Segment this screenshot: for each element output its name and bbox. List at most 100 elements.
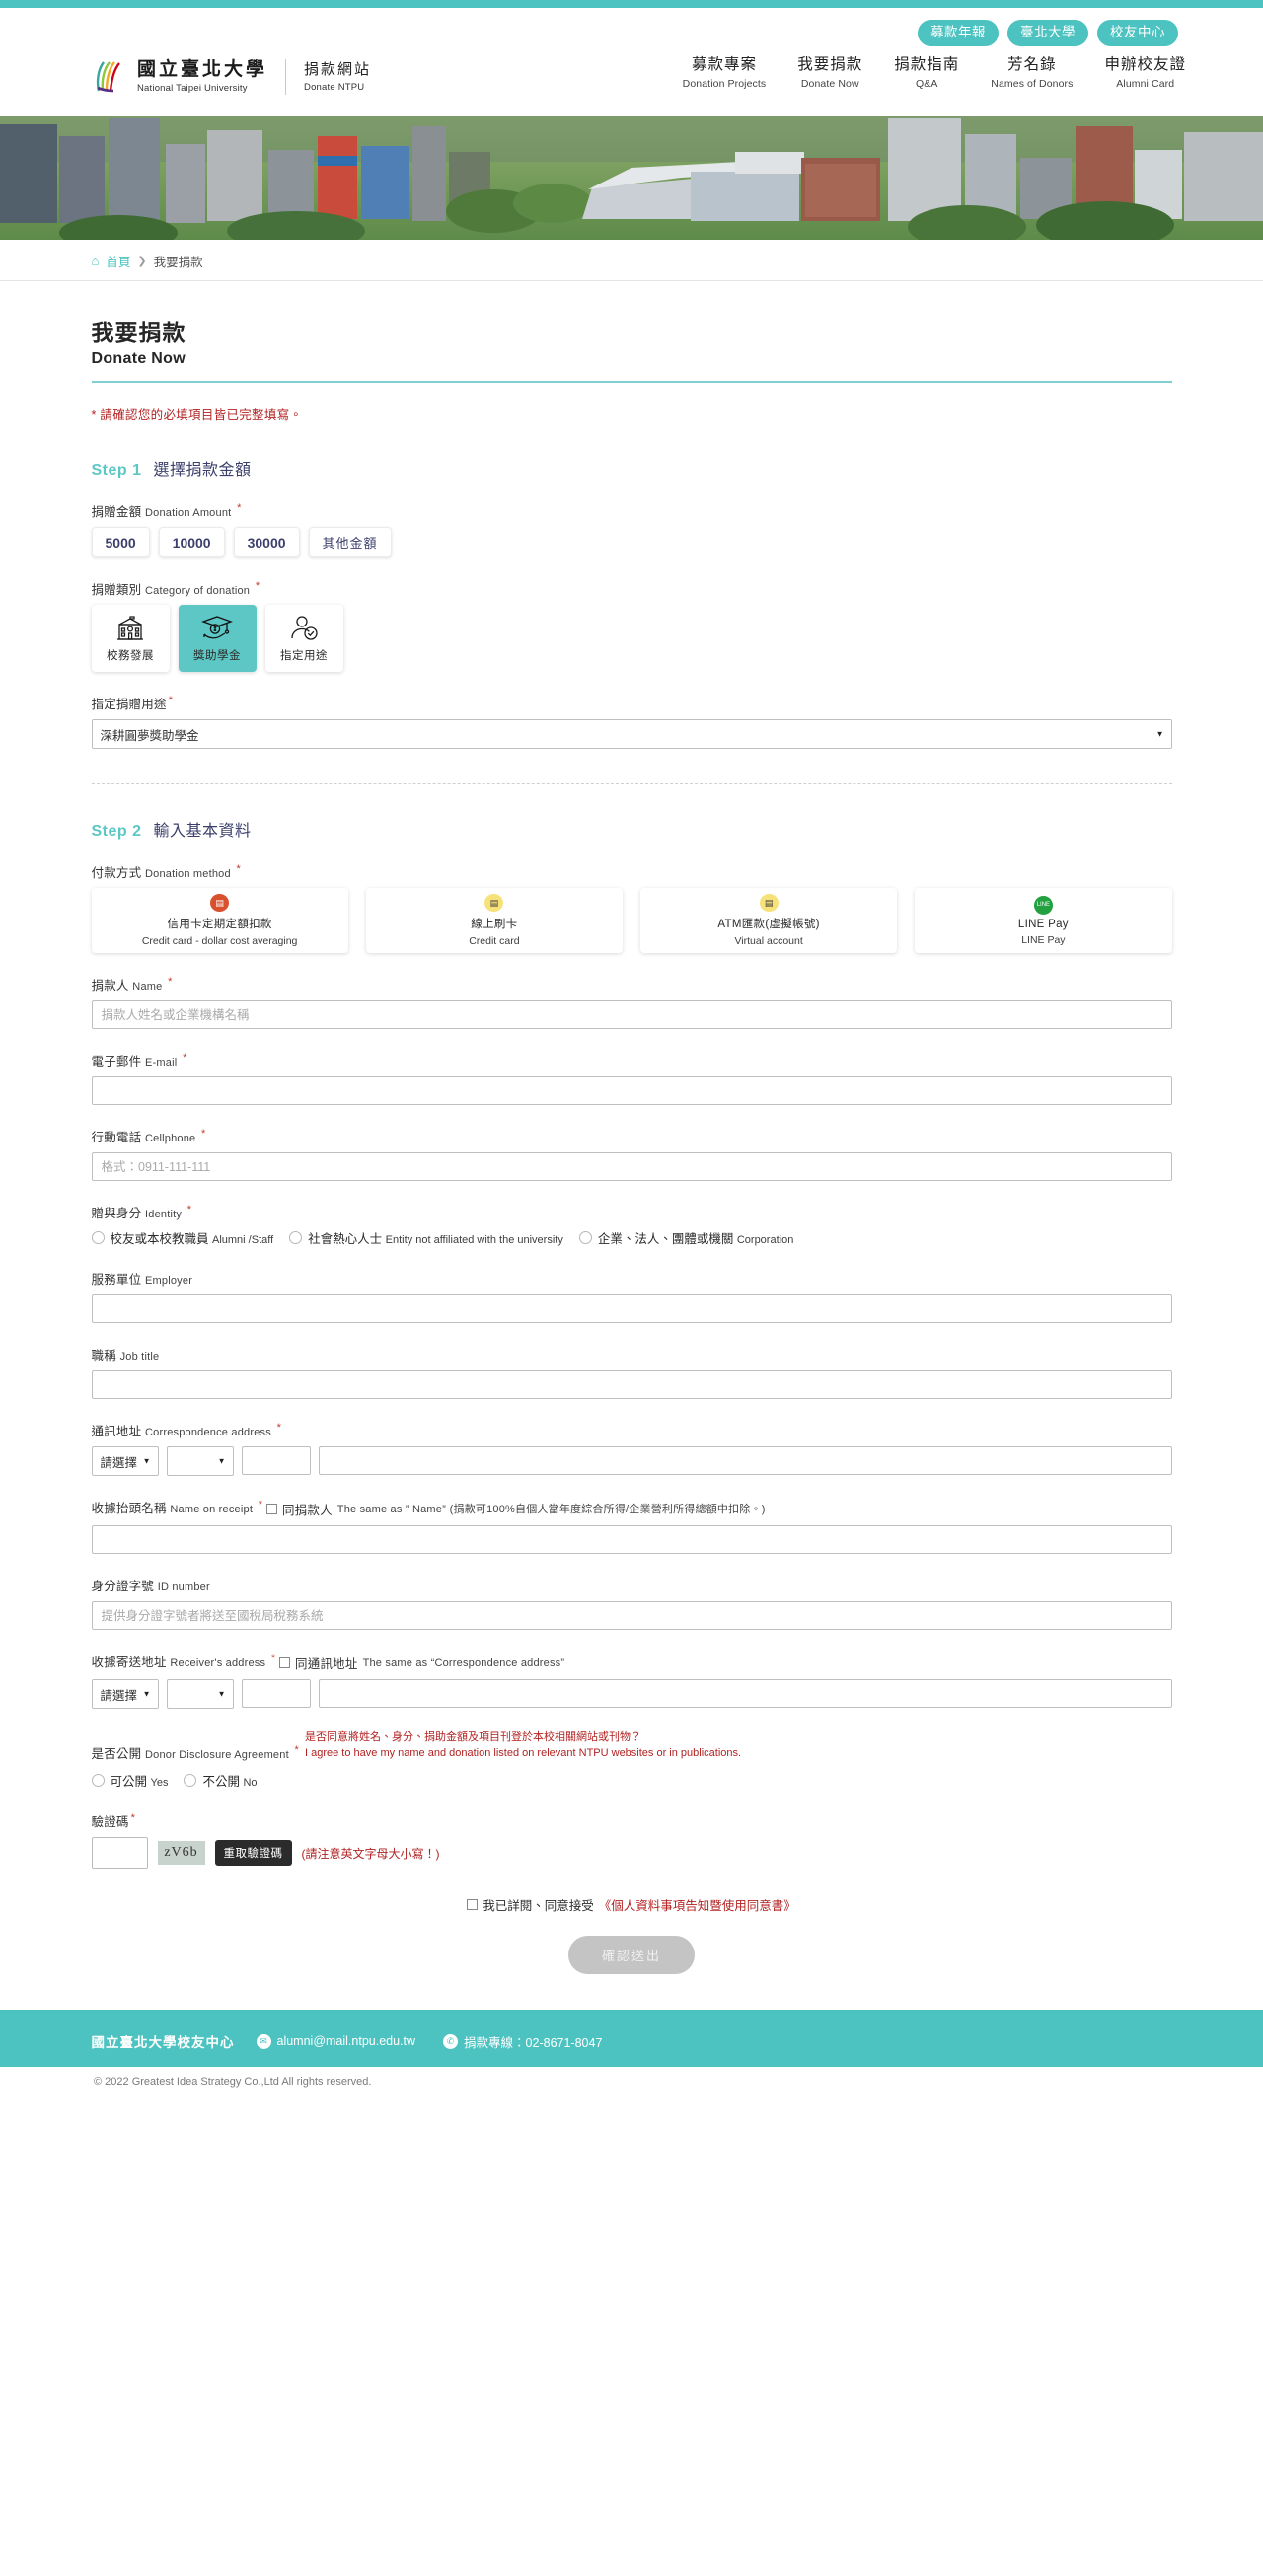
identity-option-corporation[interactable]: 企業、法人、團體或機關 Corporation [578, 1228, 793, 1247]
checkbox-icon[interactable] [265, 1504, 277, 1515]
receiver-detail-input[interactable] [318, 1679, 1172, 1709]
category-option-designated-use[interactable]: 指定用途 [264, 605, 343, 672]
disclosure-option-no[interactable]: 不公開 No [184, 1771, 258, 1790]
id-number-field: 身分證字號 ID number [91, 1576, 1172, 1631]
title-underline [91, 381, 1172, 383]
correspondence-detail-input[interactable] [318, 1446, 1172, 1475]
nav-item-qa[interactable]: 捐款指南 Q&A [894, 55, 959, 90]
radio-icon[interactable] [578, 1231, 592, 1244]
donation-amount-options: 5000 10000 30000 其他金額 [91, 527, 1172, 557]
amount-option-10000[interactable]: 10000 [158, 527, 225, 557]
site-header: 募款年報 臺北大學 校友中心 國立臺北大學 National Taipei Un… [0, 8, 1263, 116]
privacy-policy-link[interactable]: 《個人資料事項告知暨使用同意書》 [599, 1895, 796, 1914]
captcha-refresh-button[interactable]: 重取驗證碼 [214, 1840, 292, 1867]
radio-icon[interactable] [91, 1231, 105, 1244]
correspondence-address-label-en: Correspondence address [145, 1427, 271, 1438]
site-name: 捐款網站 Donate NTPU [304, 61, 371, 93]
receipt-name-label-en: Name on receipt [170, 1504, 254, 1515]
method-option-credit-card-recurring[interactable]: ▤ 信用卡定期定額扣款 Credit card - dollar cost av… [91, 888, 348, 953]
breadcrumb-home-link[interactable]: 首頁 [106, 252, 130, 270]
cellphone-label-en: Cellphone [145, 1133, 196, 1144]
method-option-credit-card[interactable]: ▤ 線上刷卡 Credit card [365, 888, 623, 953]
footer-phone-item[interactable]: ✆ 捐款專線：02-8671-8047 [443, 2032, 602, 2051]
donation-method-label-cn: 付款方式 [91, 866, 142, 880]
pill-alumni-center[interactable]: 校友中心 [1097, 20, 1178, 46]
id-number-input[interactable] [91, 1601, 1172, 1631]
donation-category-field: 捐贈類別 Category of donation * 校務發展 獎助學金 指定… [91, 579, 1172, 672]
correspondence-district-select[interactable] [166, 1446, 234, 1476]
identity-label-cn: 社會熱心人士 [308, 1232, 383, 1246]
submit-button[interactable]: 確認送出 [567, 1936, 695, 1975]
designated-purpose-select-wrap: 深耕圓夢獎助學金 [91, 719, 1172, 749]
site-footer: 國立臺北大學校友中心 ✉ alumni@mail.ntpu.edu.tw ✆ 捐… [0, 2010, 1263, 2068]
amount-option-other[interactable]: 其他金額 [308, 527, 392, 557]
receiver-district-select[interactable] [166, 1679, 234, 1710]
receiver-city-select[interactable]: 請選擇 [91, 1679, 159, 1710]
amount-option-30000[interactable]: 30000 [233, 527, 300, 557]
cellphone-input[interactable] [91, 1152, 1172, 1181]
method-option-atm-virtual-account[interactable]: ▤ ATM匯款(虛擬帳號) Virtual account [640, 888, 898, 953]
disclosure-option-yes[interactable]: 可公開 Yes [91, 1771, 168, 1790]
graduation-cap-money-icon [201, 614, 233, 643]
site-logo[interactable]: 國立臺北大學 National Taipei University 捐款網站 D… [94, 59, 371, 95]
employer-label: 服務單位 Employer [92, 1269, 1172, 1288]
receiver-same-as-correspondence-checkbox-wrap[interactable]: 同通訊地址 The same as “Correspondence addres… [279, 1654, 564, 1672]
method-label-en: LINE Pay [1021, 933, 1066, 946]
cellphone-label-cn: 行動電話 [91, 1131, 142, 1144]
job-title-field: 職稱 Job title [91, 1345, 1172, 1399]
main-navigation: 募款專案 Donation Projects 我要捐款 Donate Now 捐… [683, 55, 1186, 90]
credit-card-icon: ▤ [759, 894, 779, 912]
site-name-cn: 捐款網站 [304, 61, 372, 78]
required-star: * [276, 1421, 282, 1434]
nav-item-donation-projects[interactable]: 募款專案 Donation Projects [683, 55, 767, 90]
nav-item-alumni-card[interactable]: 申辦校友證 Alumni Card [1104, 55, 1186, 90]
donation-amount-label-cn: 捐贈金額 [91, 505, 142, 519]
step-2-title: 輸入基本資料 [153, 823, 252, 840]
category-option-scholarship[interactable]: 獎助學金 [178, 605, 257, 672]
receipt-same-as-name-checkbox-wrap[interactable]: 同捐款人 The same as ” Name” [265, 1500, 446, 1518]
checkbox-icon[interactable] [279, 1657, 291, 1669]
donation-amount-label: 捐贈金額 Donation Amount * [92, 501, 1172, 520]
identity-option-entity-not-affiliated[interactable]: 社會熱心人士 Entity not affiliated with the un… [289, 1228, 563, 1247]
campus-aerial-banner [0, 116, 1263, 240]
pill-annual-report[interactable]: 募款年報 [918, 20, 999, 46]
donor-name-input[interactable] [91, 1000, 1172, 1029]
method-label-cn: ATM匯款(虛擬帳號) [717, 919, 820, 930]
radio-icon[interactable] [289, 1231, 303, 1244]
method-label-cn: LINE Pay [1017, 918, 1069, 930]
breadcrumb: ⌂ 首頁 ❯ 我要捐款 [92, 240, 1172, 281]
nav-item-names-of-donors[interactable]: 芳名錄 Names of Donors [991, 55, 1073, 90]
email-input[interactable] [91, 1076, 1172, 1105]
footer-email: alumni@mail.ntpu.edu.tw [276, 2034, 416, 2049]
amount-option-5000[interactable]: 5000 [91, 527, 150, 557]
identity-label-cn: 企業、法人、團體或機關 [597, 1232, 734, 1246]
radio-icon[interactable] [184, 1774, 197, 1788]
job-title-label: 職稱 Job title [92, 1345, 1172, 1363]
page-title-cn: 我要捐款 [91, 320, 186, 345]
cellphone-field: 行動電話 Cellphone * [91, 1127, 1172, 1181]
designated-purpose-select[interactable]: 深耕圓夢獎助學金 [91, 719, 1172, 749]
radio-icon[interactable] [91, 1774, 105, 1788]
correspondence-address-label: 通訊地址 Correspondence address * [92, 1421, 1172, 1439]
job-title-input[interactable] [91, 1370, 1172, 1399]
receiver-address-field: 收據寄送地址 Receiver's address * 同通訊地址 The sa… [91, 1652, 1172, 1710]
correspondence-city-select[interactable]: 請選擇 [91, 1446, 159, 1476]
nav-item-donate-now[interactable]: 我要捐款 Donate Now [797, 55, 862, 90]
correspondence-zip-input[interactable] [241, 1446, 311, 1475]
cellphone-label: 行動電話 Cellphone * [92, 1127, 1172, 1145]
pill-ntpu[interactable]: 臺北大學 [1007, 20, 1088, 46]
receiver-zip-input[interactable] [241, 1679, 311, 1709]
receipt-name-input[interactable] [91, 1525, 1172, 1555]
hand-card-icon: ▤ [210, 894, 230, 912]
captcha-input[interactable] [91, 1837, 148, 1870]
checkbox-icon[interactable] [467, 1899, 479, 1911]
nav-label-en: Donation Projects [682, 78, 767, 91]
footer-email-item[interactable]: ✉ alumni@mail.ntpu.edu.tw [256, 2033, 416, 2049]
employer-input[interactable] [91, 1294, 1172, 1323]
required-star: * [236, 862, 241, 875]
method-label-en: Credit card - dollar cost averaging [141, 935, 298, 947]
method-option-line-pay[interactable]: LINE LINE Pay LINE Pay [915, 888, 1172, 953]
identity-option-alumni-staff[interactable]: 校友或本校教職員 Alumni /Staff [91, 1228, 273, 1247]
category-option-school-development[interactable]: 校務發展 [91, 605, 170, 672]
disclosure-field: 是否公開 Donor Disclosure Agreement * 是否同意將姓… [91, 1730, 1172, 1790]
